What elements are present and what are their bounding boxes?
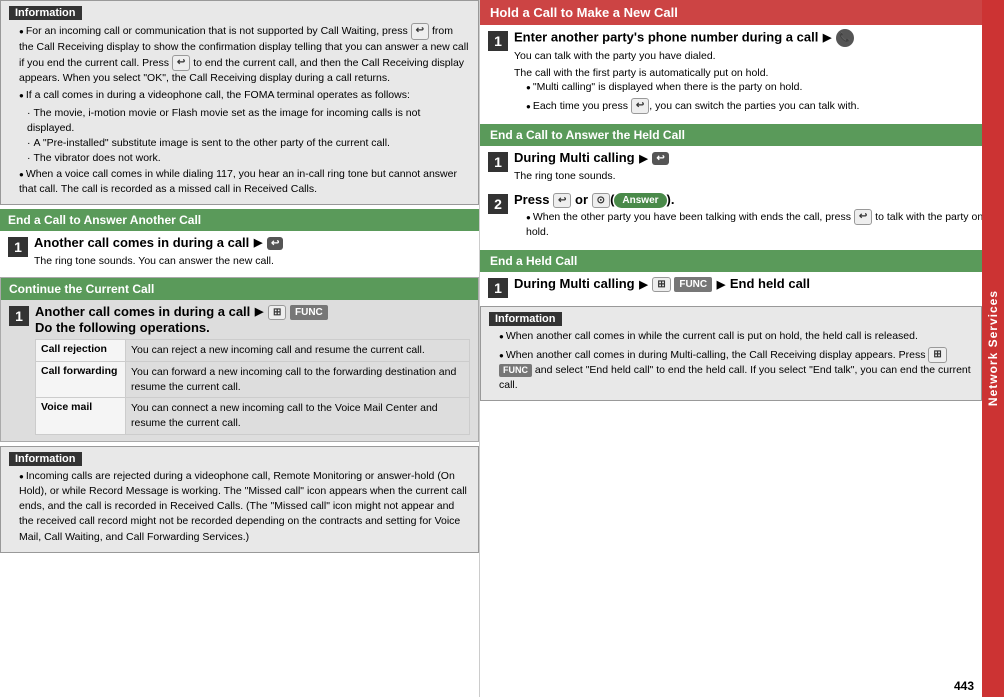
info-box-1: Information For an incoming call or comm… [0, 0, 479, 205]
network-services-label: Network Services [986, 290, 1000, 406]
end-held-step2-bullet: When the other party you have been talki… [514, 209, 996, 241]
end-held-call-step1-title: During Multi calling ▶ ⊞ FUNC ▶ End held… [514, 276, 996, 293]
continue-step1-title2: Do the following operations. [35, 320, 470, 337]
info-item-1: For an incoming call or communication th… [9, 23, 470, 86]
info-box-right: Information When another call comes in w… [480, 306, 982, 401]
network-services-sidebar: Network Services [982, 0, 1004, 697]
func-key-info: ⊞ [928, 347, 946, 364]
table-row-reject: Call rejection You can reject a new inco… [36, 340, 469, 362]
info-label-1: Information [9, 6, 82, 20]
cell-key-reject: Call rejection [36, 340, 126, 361]
continue-section: Continue the Current Call 1 Another call… [0, 277, 479, 442]
answer-key: Answer [614, 193, 666, 208]
end-held-step1: 1 During Multi calling ▶ ↩ The ring tone… [480, 146, 1004, 188]
right-main: Hold a Call to Make a New Call 1 Enter a… [480, 0, 1004, 697]
cell-val-forward: You can forward a new incoming call to t… [126, 362, 469, 397]
cell-key-voicemail: Voice mail [36, 398, 126, 433]
end-held-call-step-num-1: 1 [488, 278, 508, 298]
end-held-step-num-2: 2 [488, 194, 508, 214]
call-key-1: ↩ [411, 23, 429, 40]
end-answer-header: End a Call to Answer Another Call [0, 209, 479, 231]
end-held-step2: 2 Press ↩ or ⊙(Answer). When the other p… [480, 188, 1004, 247]
hold-desc2: The call with the first party is automat… [514, 66, 996, 81]
press-key-1: ↩ [553, 193, 571, 208]
hold-header: Hold a Call to Make a New Call [480, 0, 1004, 25]
hold-bullet2: Each time you press ↩, you can switch th… [514, 98, 996, 115]
continue-step1-title: Another call comes in during a call ▶ ⊞ … [35, 304, 470, 321]
continue-step1-content: Another call comes in during a call ▶ ⊞ … [35, 304, 470, 437]
table-row-forward: Call forwarding You can forward a new in… [36, 362, 469, 398]
step1-desc: The ring tone sounds. You can answer the… [34, 254, 471, 269]
cell-key-forward: Call forwarding [36, 362, 126, 397]
cell-val-voicemail: You can connect a new incoming call to t… [126, 398, 469, 433]
info-right-item-1: When another call comes in while the cur… [489, 329, 973, 344]
arrow-c1: ▶ [255, 305, 263, 319]
end-held-call-header: End a Held Call [480, 250, 1004, 272]
end-held-step2-content: Press ↩ or ⊙(Answer). When the other par… [514, 192, 996, 243]
end-held-call-step1: 1 During Multi calling ▶ ⊞ FUNC ▶ End he… [480, 272, 1004, 302]
end-held-step1-title: During Multi calling ▶ ↩ [514, 150, 996, 167]
press-key-2: ⊙ [592, 193, 610, 208]
end-key-1: ↩ [172, 55, 190, 72]
hold-desc1: You can talk with the party you have dia… [514, 49, 996, 64]
info-label-right: Information [489, 312, 562, 326]
info-item-3: When a voice call comes in while dialing… [9, 167, 470, 197]
info-sub-1: The movie, i-motion movie or Flash movie… [9, 106, 470, 136]
hold-step-num-1: 1 [488, 31, 508, 51]
arrow-ehc2: ▶ [717, 278, 725, 292]
right-column: Hold a Call to Make a New Call 1 Enter a… [480, 0, 1004, 697]
hold-step1-content: Enter another party's phone number durin… [514, 29, 996, 116]
arrow-ehc1: ▶ [639, 278, 647, 292]
continue-header: Continue the Current Call [1, 278, 478, 300]
info2-item-1: Incoming calls are rejected during a vid… [9, 469, 470, 545]
end-held-answer-header: End a Call to Answer the Held Call [480, 124, 1004, 146]
step-number-1: 1 [8, 237, 28, 257]
end-held-step1-content: During Multi calling ▶ ↩ The ring tone s… [514, 150, 996, 184]
func-label-ehc: FUNC [674, 277, 712, 292]
key-end-call: ↩ [267, 237, 283, 250]
func-key-c1: ⊞ [268, 305, 286, 320]
end-held-step1-desc: The ring tone sounds. [514, 169, 996, 184]
phone-icon: 📞 [836, 29, 854, 47]
talk-key: ↩ [854, 209, 872, 226]
func-label-info: FUNC [499, 364, 532, 377]
info-box-2: Information Incoming calls are rejected … [0, 446, 479, 553]
hold-bullet1: "Multi calling" is displayed when there … [514, 80, 996, 95]
switch-key: ↩ [631, 98, 649, 115]
end-held-call-step1-content: During Multi calling ▶ ⊞ FUNC ▶ End held… [514, 276, 996, 293]
step1-title: Another call comes in during a call ▶ ↩ [34, 235, 471, 252]
info-box-1-title: Information [9, 6, 470, 20]
info-item-2: If a call comes in during a videophone c… [9, 88, 470, 103]
continue-step1: 1 Another call comes in during a call ▶ … [1, 300, 478, 441]
end-held-step-num-1: 1 [488, 152, 508, 172]
hold-step1: 1 Enter another party's phone number dur… [480, 25, 1004, 120]
step-number-c1: 1 [9, 306, 29, 326]
info-box-2-title: Information [9, 452, 470, 466]
info-label-2: Information [9, 452, 82, 466]
info-right-item-2: When another call comes in during Multi-… [489, 347, 973, 394]
arrow-eh1: ▶ [639, 152, 647, 166]
page-number: 443 [954, 679, 974, 693]
func-label: FUNC [290, 305, 328, 320]
left-column: Information For an incoming call or comm… [0, 0, 480, 697]
func-key-ehc: ⊞ [652, 277, 670, 292]
end-answer-step1: 1 Another call comes in during a call ▶ … [0, 231, 479, 273]
end-held-step2-title: Press ↩ or ⊙(Answer). [514, 192, 996, 209]
arrow-h1: ▶ [823, 31, 831, 45]
end-key-eh1: ↩ [652, 152, 668, 165]
info-sub-2: A "Pre-installed" substitute image is se… [9, 136, 470, 151]
info-sub-3: The vibrator does not work. [9, 151, 470, 166]
arrow-1: ▶ [254, 236, 262, 250]
cell-val-reject: You can reject a new incoming call and r… [126, 340, 469, 361]
table-row-voicemail: Voice mail You can connect a new incomin… [36, 398, 469, 433]
step1-content: Another call comes in during a call ▶ ↩ … [34, 235, 471, 269]
operations-table: Call rejection You can reject a new inco… [35, 339, 470, 434]
info-box-right-title: Information [489, 312, 973, 326]
hold-step1-title: Enter another party's phone number durin… [514, 29, 996, 47]
